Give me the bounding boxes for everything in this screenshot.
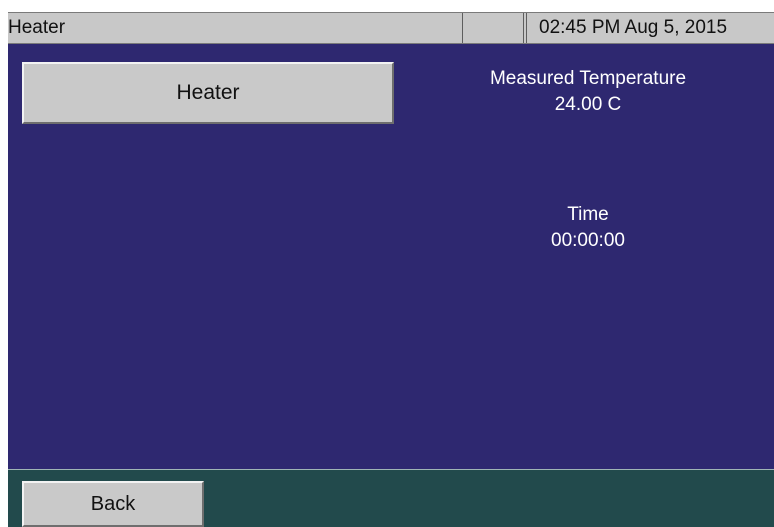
status-indicator: [462, 13, 524, 43]
measured-temperature-label: Measured Temperature: [489, 68, 687, 89]
title-bar: Heater 02:45 PM Aug 5, 2015: [8, 12, 774, 44]
back-button[interactable]: Back: [22, 481, 204, 527]
time-value: 00:00:00: [551, 230, 625, 251]
footer-bar: Back: [8, 470, 774, 527]
screen-title: Heater: [8, 17, 66, 38]
date-time-display: 02:45 PM Aug 5, 2015: [526, 13, 774, 43]
heater-button[interactable]: Heater: [22, 62, 394, 124]
measured-temperature-readout: Measured Temperature 24.00 C: [438, 66, 738, 118]
top-margin: [8, 0, 774, 12]
main-panel: Heater Measured Temperature 24.00 C Time…: [8, 44, 774, 469]
hmi-screen: Heater 02:45 PM Aug 5, 2015 Heater Measu…: [8, 0, 774, 527]
time-readout: Time 00:00:00: [438, 202, 738, 254]
measured-temperature-value: 24.00 C: [554, 94, 622, 115]
time-label: Time: [567, 204, 609, 225]
